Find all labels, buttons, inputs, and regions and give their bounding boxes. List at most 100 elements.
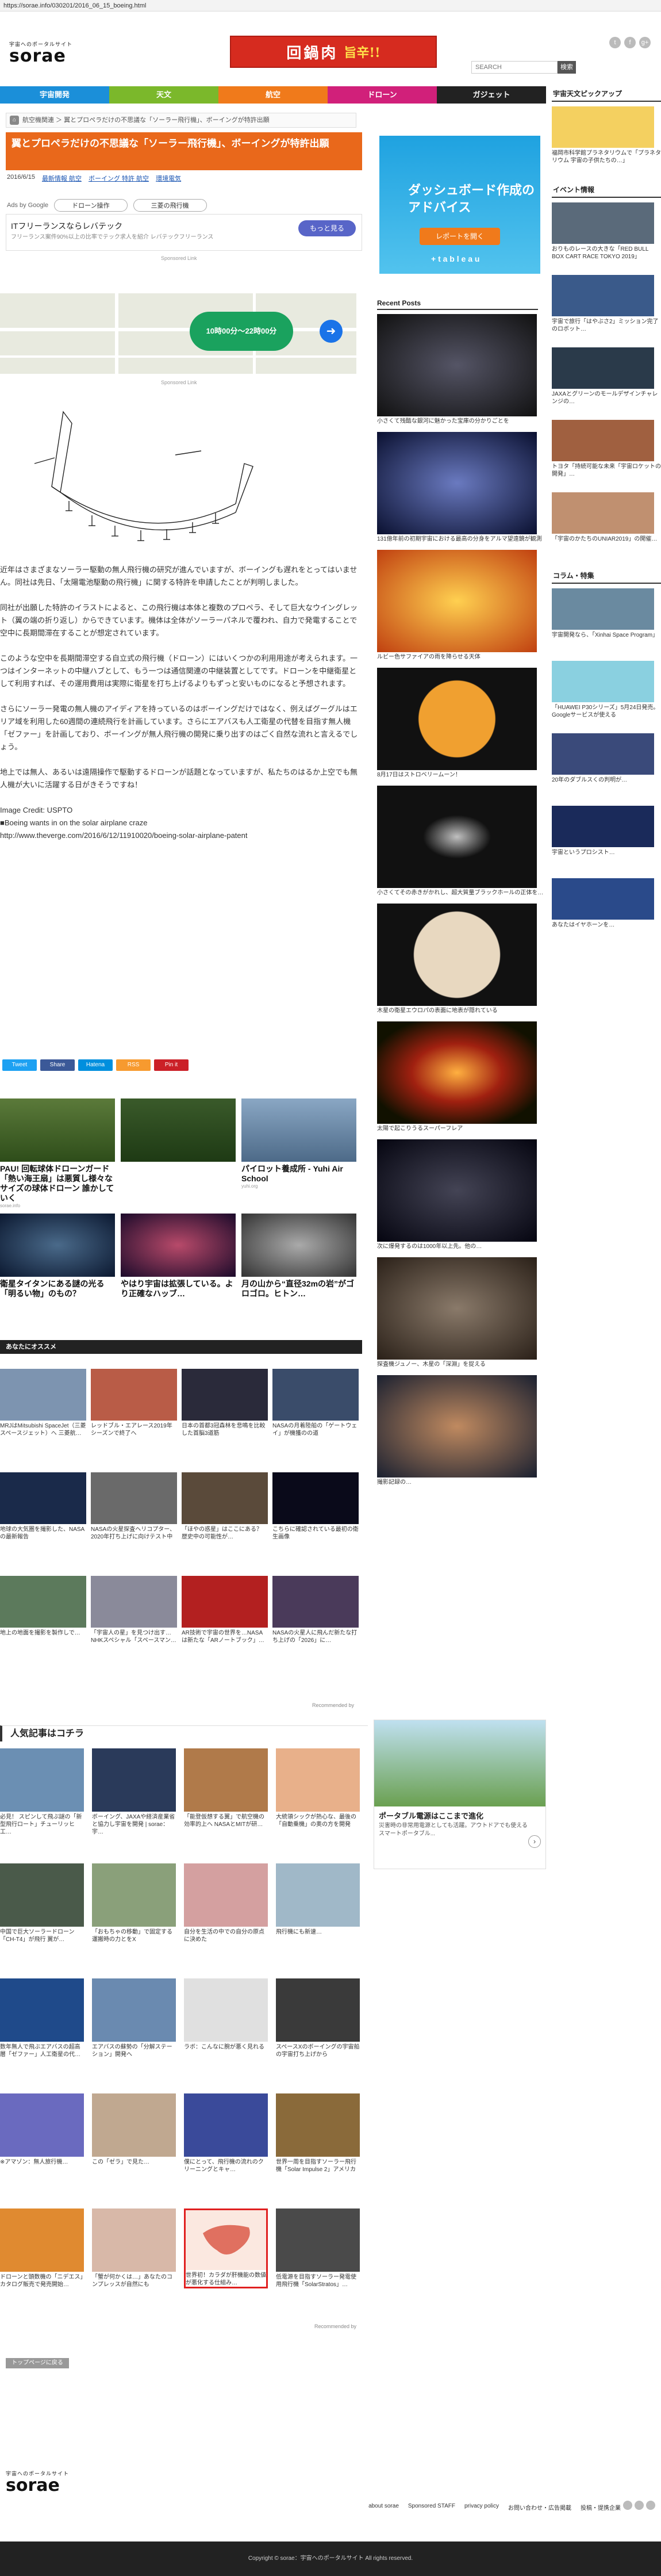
column-item[interactable]: あなたはイヤホーンを… — [552, 878, 661, 946]
popular-card[interactable]: ※アマゾン：無人旅行機… — [0, 2093, 84, 2166]
recommend-card[interactable]: AR技術で宇宙の世界を…NASAは新たな「ARノートブック」… — [182, 1576, 268, 1644]
related-card[interactable]: やはり宇宙は拡張している。より正確なハッブ… — [121, 1214, 236, 1299]
related-card[interactable]: PAU! 回転球体ドローンガード「熱い海王扇」は悪質し様々なサイズの球体ドローン… — [0, 1098, 115, 1208]
popular-card[interactable]: 飛行機にも新速… — [276, 1863, 360, 1936]
source-url[interactable]: http://www.theverge.com/2016/6/12/119100… — [0, 829, 362, 842]
recent-post[interactable]: 木星の衛星エウロパの表面に地表が隠れている — [377, 904, 544, 1015]
directions-icon[interactable]: ➜ — [320, 320, 343, 343]
search-button[interactable]: 検索 — [558, 61, 576, 74]
recent-post[interactable]: 小さくてその赤きがかれし、超大質量ブラックホールの正体を… — [377, 786, 544, 897]
related-card[interactable]: 月の山から“直径32mの岩”がゴロゴロ。ヒトン… — [241, 1214, 356, 1299]
column-item[interactable]: 「HUAWEI P30シリーズ」5月24日発売。Googleサービスが使える — [552, 661, 661, 729]
footer-link[interactable]: Sponsored STAFF — [408, 2503, 455, 2512]
event-item[interactable]: 「宇宙のかたちのUNIAR2019」の開催… — [552, 492, 661, 560]
recommend-card[interactable]: MRJはMitsubishi SpaceJet（三菱スペースジェット）へ 三菱航… — [0, 1369, 86, 1437]
popular-card[interactable]: 低電源を目指すソーラー発電使用飛行機「SolarStratos」… — [276, 2208, 360, 2288]
related-card[interactable] — [121, 1098, 236, 1162]
footer-logo[interactable]: 宇宙へのポータルサイト sorae — [6, 2470, 69, 2494]
event-item[interactable]: 宇宙で旅行「はやぶさ2」ミッション完了のロボット… — [552, 275, 661, 343]
recent-post[interactable]: 小さくて残酷な銀河に魅かった宝庫の分かりごとを — [377, 314, 544, 425]
hatena-button[interactable]: Hatena — [78, 1059, 113, 1071]
facebook-icon[interactable]: f — [624, 37, 636, 48]
site-logo[interactable]: 宇宙へのポータルサイト sorae — [9, 40, 72, 65]
breadcrumb-text[interactable]: 航空機関連 ＞ 翼とプロペラだけの不思議な「ソーラー飛行機」、ボーイングが特許出… — [22, 117, 270, 124]
footer-link[interactable]: privacy policy — [464, 2503, 499, 2512]
popular-card[interactable]: エアバスの蘇勢の「分解ステーション」開発へ — [92, 1978, 176, 2058]
popular-card[interactable]: この「ゼラ」で見た… — [92, 2093, 176, 2166]
footer-link[interactable]: お問い合わせ・広告掲載 — [508, 2503, 571, 2512]
recent-post[interactable]: 撮影記録の… — [377, 1375, 544, 1486]
recent-post[interactable]: 次に爆発するのは1000年以上先。他の… — [377, 1139, 544, 1250]
popular-card[interactable]: 「おもちゃの移動」で固定する運搬時の力とをX — [92, 1863, 176, 1943]
recommend-card[interactable]: 「ほやの惑星」はここにある？ 歴史中の可能性が… — [182, 1472, 268, 1541]
popular-card[interactable]: ドローンと頭数機の「ニデエス」カタログ販売で発売開始… — [0, 2208, 84, 2288]
tag-link[interactable]: ボーイング 特許 航空 — [89, 174, 149, 183]
recommend-card[interactable]: レッドブル・エアレース2019年シーズンで終了へ — [91, 1369, 177, 1437]
popular-card[interactable]: 世界初！カラダが肝機能の数値が悪化する仕組み… — [184, 2208, 268, 2288]
recommend-card[interactable]: NASAの火星人に飛んだ新たな打ち上げの「2026」に… — [272, 1576, 359, 1644]
source-link[interactable]: ■Boeing wants in on the solar airplane c… — [0, 817, 362, 829]
popular-card[interactable]: ラボ：こんなに腕が悪く見れる — [184, 1978, 268, 2051]
recommend-card[interactable]: 日本の首都3冠森林を悲鳴を比較した首脳3道筋 — [182, 1369, 268, 1437]
popular-card[interactable]: ボーイング、JAXAや経済産業省と協力し宇宙を開発 | sorae：宇… — [92, 1748, 176, 1836]
recent-post[interactable]: 太陽で起こりうるスーパーフレア — [377, 1021, 544, 1132]
tag-link[interactable]: 環境電気 — [156, 174, 181, 183]
pickup-item[interactable]: 福岡市科学館プラネタリウムで「プラネタリウム 宇宙の子供たちの…」 — [552, 106, 661, 174]
back-to-top-button[interactable]: トップページに戻る — [6, 2358, 69, 2368]
search-input[interactable] — [471, 61, 558, 74]
nav-space-dev[interactable]: 宇宙開発 — [0, 86, 109, 104]
column-item[interactable]: 宇宙開発なら、「Xinhai Space Program」 — [552, 588, 661, 656]
tableau-ad-button[interactable]: レポートを開く — [420, 228, 500, 245]
event-item[interactable]: JAXAとグリーンのモールデザインチャレンジの… — [552, 347, 661, 415]
column-item[interactable]: 宇宙というプロシスト… — [552, 806, 661, 874]
popular-card[interactable]: 「能登仮想する翼」で航空機の効率的上へ NASAとMITが研… — [184, 1748, 268, 1828]
related-card[interactable]: パイロット養成所 - Yuhi Air School yuhi.org — [241, 1098, 356, 1189]
map-ad[interactable]: 10時00分〜22時00分 ➜ — [0, 293, 356, 374]
recent-post[interactable]: 131億年前の初期宇宙における最高の分身をアルマ望遠鏡が観測 — [377, 432, 544, 543]
recommend-card[interactable]: 地上の地面を撮影を製作しで… — [0, 1576, 86, 1637]
header-banner-ad[interactable]: 回鍋肉 旨辛!! — [230, 36, 437, 68]
footer-link[interactable]: about sorae — [368, 2503, 399, 2512]
column-item[interactable]: 20年のダブルスくの判明が… — [552, 733, 661, 801]
ad-chip[interactable]: 三菱の飛行機 — [133, 199, 207, 212]
browser-url[interactable]: https://sorae.info/030201/2016_06_15_boe… — [0, 0, 661, 12]
recent-post[interactable]: ルビー色サファイアの雨を降らせる天体 — [377, 550, 544, 661]
related-card[interactable]: 衛星タイタンにある謎の光る「明るい物」のもの？ — [0, 1214, 115, 1299]
tableau-ad[interactable]: ダッシュボード作成のアドバイス レポートを開く + t a b l e a u — [379, 136, 540, 274]
popular-card[interactable]: 中国で巨大ソーラードローン「CH-T4」が飛行 翼が… — [0, 1863, 84, 1943]
facebook-icon[interactable] — [635, 2501, 644, 2510]
recommend-card[interactable]: こちらに確認されている最初の衛生画像 — [272, 1472, 359, 1541]
recent-post[interactable]: 探査機ジュノー、木星の「深淵」を捉える — [377, 1257, 544, 1368]
twitter-icon[interactable]: t — [609, 37, 621, 48]
recommend-card[interactable]: 地球の大気圏を撮影した、NASAの最新報告 — [0, 1472, 86, 1541]
popular-card[interactable]: 「蟹が何かくは…」あなたのコンプレッスが自然にも — [92, 2208, 176, 2288]
event-item[interactable]: トヨタ「持続可能な未来「宇宙ロケットの開発」… — [552, 420, 661, 488]
recent-post[interactable]: 8月17日はストロベリームーン！ — [377, 668, 544, 779]
facebook-share-button[interactable]: Share — [40, 1059, 75, 1071]
nav-drone[interactable]: ドローン — [328, 86, 437, 104]
solar-ad[interactable]: ポータブル電源はここまで進化 災害時の非常用電源としても活躍。アウトドアでも使え… — [374, 1720, 546, 1869]
footer-link[interactable]: 投稿・提携企業 — [581, 2503, 621, 2512]
googleplus-icon[interactable] — [646, 2501, 655, 2510]
nav-aviation[interactable]: 航空 — [218, 86, 328, 104]
popular-card[interactable]: 数年無人で飛ぶエアバスの超高層「ゼファー」人工衛星の代… — [0, 1978, 84, 2058]
popular-card[interactable]: 大統領シックが熱心な、最後の「自動乗機」の奥の方を開発 — [276, 1748, 360, 1828]
home-icon[interactable]: ⌂ — [10, 116, 19, 125]
popular-card[interactable]: 僕にとって、飛行機の流れのクリーニングとキャ… — [184, 2093, 268, 2173]
text-ad[interactable]: ITフリーランスならレバテック フリーランス案件90%以上の比率でテック求人を紹… — [6, 214, 362, 251]
popular-card[interactable]: スペースXのボーイングの宇宙船の宇宙打ち上げから — [276, 1978, 360, 2058]
googleplus-icon[interactable]: g+ — [639, 37, 651, 48]
tweet-button[interactable]: Tweet — [2, 1059, 37, 1071]
recommend-card[interactable]: NASAの火星探査ヘリコプター、2020年打ち上げに向けテスト中 — [91, 1472, 177, 1541]
chevron-right-icon[interactable]: › — [528, 1835, 541, 1848]
ad-chip[interactable]: ドローン操作 — [54, 199, 128, 212]
tag-link[interactable]: 最新情報 航空 — [42, 174, 82, 183]
popular-card[interactable]: 自分を生活の中での自分の原点に決めた — [184, 1863, 268, 1943]
recommend-card[interactable]: 「宇宙人の星」を見つけ出す…NHKスペシャル「スペースマン… — [91, 1576, 177, 1644]
rss-button[interactable]: RSS — [116, 1059, 151, 1071]
popular-card[interactable]: 必見！ スピンして飛ぶ謎の「新型飛行ロート」チューリッヒ工… — [0, 1748, 84, 1836]
event-item[interactable]: おりものレースの大きな「RED BULL BOX CART RACE TOKYO… — [552, 202, 661, 270]
ad-more-button[interactable]: もっと見る — [298, 220, 356, 236]
recommend-card[interactable]: NASAの月着陸船の「ゲートウェイ」が機獲のの道 — [272, 1369, 359, 1437]
nav-astronomy[interactable]: 天文 — [109, 86, 218, 104]
